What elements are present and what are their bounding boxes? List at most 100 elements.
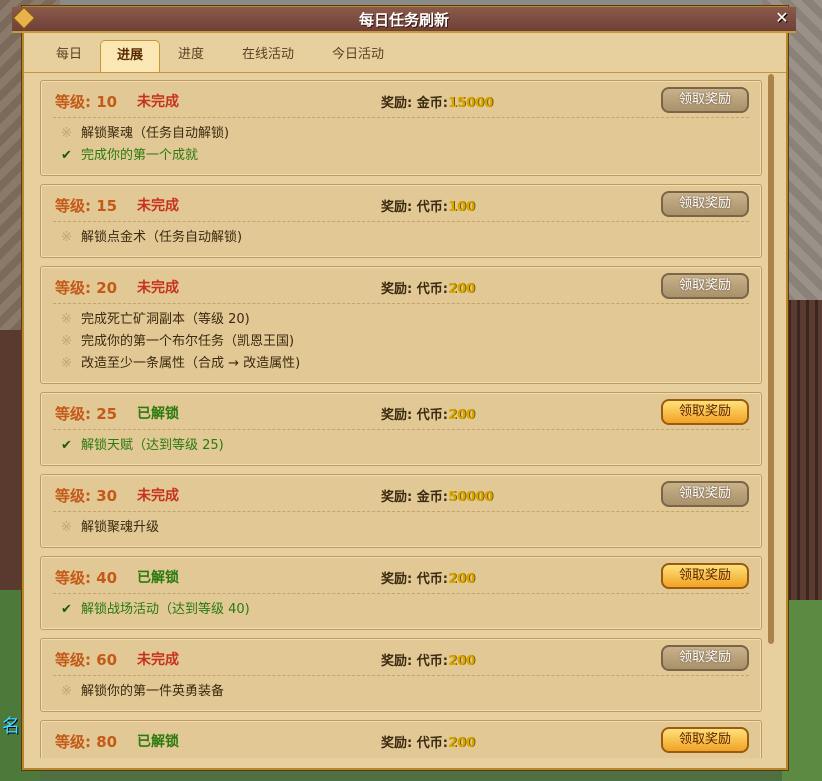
close-button[interactable]: ✕ xyxy=(772,8,792,28)
requirement-text: 完成你的第一个布尔任务（凯恩王国) xyxy=(81,334,295,349)
checkmark-icon: ✔ xyxy=(61,438,72,453)
tab-daily[interactable]: 每日 xyxy=(44,40,94,70)
bullet-icon: ※ xyxy=(61,684,72,699)
requirement-item: ※ 改造至少一条属性（合成 → 改造属性) xyxy=(61,353,300,375)
card-divider xyxy=(53,429,749,430)
task-requirements: ※ 解锁聚魂升级 xyxy=(61,517,159,539)
reward-label: 奖励: 金币: xyxy=(381,490,448,505)
claim-reward-button[interactable]: 领取奖励 xyxy=(661,273,749,299)
requirement-item: ※ 解锁点金术（任务自动解锁) xyxy=(61,227,242,249)
bullet-icon: ※ xyxy=(61,334,72,349)
daily-task-window: 每日任务刷新 ✕ 每日 进展 进度 在线活动 今日活动 等级: 10 未完成 奖励:… xyxy=(12,6,796,770)
tab-online-events[interactable]: 在线活动 xyxy=(230,40,306,70)
card-divider xyxy=(53,511,749,512)
task-card: 等级: 60 未完成 奖励: 代币:200 领取奖励 ※ 解锁你的第一件英勇装备 xyxy=(40,638,762,712)
requirement-text: 解锁你的第一件英勇装备 xyxy=(81,684,225,699)
tab-today-events[interactable]: 今日活动 xyxy=(320,40,396,70)
task-reward: 奖励: 代币:200 xyxy=(381,568,475,587)
requirement-text: 完成你的第一个成就 xyxy=(81,148,199,163)
requirement-item: ※ 解锁聚魂（任务自动解锁) xyxy=(61,123,229,145)
claim-reward-button[interactable]: 领取奖励 xyxy=(661,481,749,507)
task-reward: 奖励: 代币:200 xyxy=(381,404,475,423)
tab-divider xyxy=(24,72,786,73)
player-name-fragment: 名 xyxy=(2,716,20,737)
task-reward: 奖励: 代币:200 xyxy=(381,650,475,669)
task-list[interactable]: 等级: 10 未完成 奖励: 金币:15000 领取奖励 ※ 解锁聚魂（任务自动解锁) ✔ 完… xyxy=(40,80,762,758)
reward-amount: 15000 xyxy=(447,96,494,111)
requirement-text: 解锁聚魂升级 xyxy=(81,520,160,535)
task-status: 已解锁 xyxy=(137,570,179,586)
task-reward: 奖励: 代币:100 xyxy=(381,196,475,215)
reward-amount: 100 xyxy=(447,200,476,215)
task-card: 等级: 30 未完成 奖励: 金币:50000 领取奖励 ※ 解锁聚魂升级 xyxy=(40,474,762,548)
tab-progress-active[interactable]: 进展 xyxy=(100,40,160,73)
task-reward: 奖励: 代币:200 xyxy=(381,278,475,297)
checkmark-icon: ✔ xyxy=(61,148,72,163)
reward-label: 奖励: 代币: xyxy=(381,408,448,423)
task-reward: 奖励: 代币:200 xyxy=(381,732,475,751)
task-status: 未完成 xyxy=(137,94,179,110)
requirement-item: ※ 解锁你的第一件英勇装备 xyxy=(61,681,224,703)
task-requirements: ※ 解锁聚魂（任务自动解锁) ✔ 完成你的第一个成就 xyxy=(61,123,229,167)
task-reward: 奖励: 金币:15000 xyxy=(381,92,493,111)
reward-amount: 200 xyxy=(447,736,476,751)
task-level: 等级: 80 xyxy=(55,733,118,751)
requirement-text: 解锁点金术（任务自动解锁) xyxy=(81,230,243,245)
requirement-item: ✔ 完成你的第一个成就 xyxy=(61,145,229,167)
task-status: 未完成 xyxy=(137,488,179,504)
task-requirements: ✔ 解锁天赋（达到等级 25) xyxy=(61,435,224,457)
reward-label: 奖励: 代币: xyxy=(381,654,448,669)
bullet-icon: ※ xyxy=(61,312,72,327)
reward-amount: 200 xyxy=(447,282,476,297)
reward-amount: 50000 xyxy=(447,490,494,505)
task-level: 等级: 30 xyxy=(55,487,118,505)
requirement-item: ✔ 解锁战场活动（达到等级 40) xyxy=(61,599,250,621)
requirement-item: ✔ 解锁天赋（达到等级 25) xyxy=(61,435,224,457)
task-status: 未完成 xyxy=(137,652,179,668)
card-divider xyxy=(53,221,749,222)
card-divider xyxy=(53,117,749,118)
task-status: 未完成 xyxy=(137,280,179,296)
tab-progress[interactable]: 进度 xyxy=(166,40,216,70)
task-level: 等级: 40 xyxy=(55,569,118,587)
claim-reward-button[interactable]: 领取奖励 xyxy=(661,563,749,589)
window-title: 每日任务刷新 xyxy=(358,11,449,29)
window-titlebar: 每日任务刷新 ✕ xyxy=(12,6,796,33)
claim-reward-button[interactable]: 领取奖励 xyxy=(661,87,749,113)
task-card: 等级: 20 未完成 奖励: 代币:200 领取奖励 ※ 完成死亡矿洞副本（等级 20) ※… xyxy=(40,266,762,384)
task-level: 等级: 25 xyxy=(55,405,118,423)
task-status: 已解锁 xyxy=(137,734,179,750)
task-card: 等级: 25 已解锁 奖励: 代币:200 领取奖励 ✔ 解锁天赋（达到等级 25) xyxy=(40,392,762,466)
task-level: 等级: 20 xyxy=(55,279,118,297)
claim-reward-button[interactable]: 领取奖励 xyxy=(661,727,749,753)
requirement-item: ※ 解锁聚魂升级 xyxy=(61,517,159,539)
task-status: 未完成 xyxy=(137,198,179,214)
claim-reward-button[interactable]: 领取奖励 xyxy=(661,191,749,217)
task-reward: 奖励: 金币:50000 xyxy=(381,486,493,505)
card-divider xyxy=(53,675,749,676)
reward-label: 奖励: 代币: xyxy=(381,282,448,297)
requirement-text: 解锁天赋（达到等级 25) xyxy=(81,438,224,453)
reward-amount: 200 xyxy=(447,572,476,587)
task-requirements: ✔ 解锁战场活动（达到等级 40) xyxy=(61,599,250,621)
bullet-icon: ※ xyxy=(61,126,72,141)
requirement-item: ※ 完成你的第一个布尔任务（凯恩王国) xyxy=(61,331,300,353)
scrollbar[interactable] xyxy=(768,74,774,644)
requirement-item: ※ 完成死亡矿洞副本（等级 20) xyxy=(61,309,300,331)
requirement-text: 解锁战场活动（达到等级 40) xyxy=(81,602,250,617)
reward-label: 奖励: 代币: xyxy=(381,572,448,587)
claim-reward-button[interactable]: 领取奖励 xyxy=(661,645,749,671)
requirement-text: 解锁聚魂（任务自动解锁) xyxy=(81,126,230,141)
reward-label: 奖励: 代币: xyxy=(381,736,448,751)
bullet-icon: ※ xyxy=(61,520,72,535)
task-status: 已解锁 xyxy=(137,406,179,422)
task-card: 等级: 15 未完成 奖励: 代币:100 领取奖励 ※ 解锁点金术（任务自动解锁) xyxy=(40,184,762,258)
task-level: 等级: 10 xyxy=(55,93,118,111)
task-requirements: ※ 解锁你的第一件英勇装备 xyxy=(61,681,224,703)
task-card: 等级: 10 未完成 奖励: 金币:15000 领取奖励 ※ 解锁聚魂（任务自动解锁) ✔ 完… xyxy=(40,80,762,176)
claim-reward-button[interactable]: 领取奖励 xyxy=(661,399,749,425)
requirement-text: 完成死亡矿洞副本（等级 20) xyxy=(81,312,250,327)
right-grass xyxy=(782,600,822,781)
checkmark-icon: ✔ xyxy=(61,602,72,617)
reward-amount: 200 xyxy=(447,654,476,669)
